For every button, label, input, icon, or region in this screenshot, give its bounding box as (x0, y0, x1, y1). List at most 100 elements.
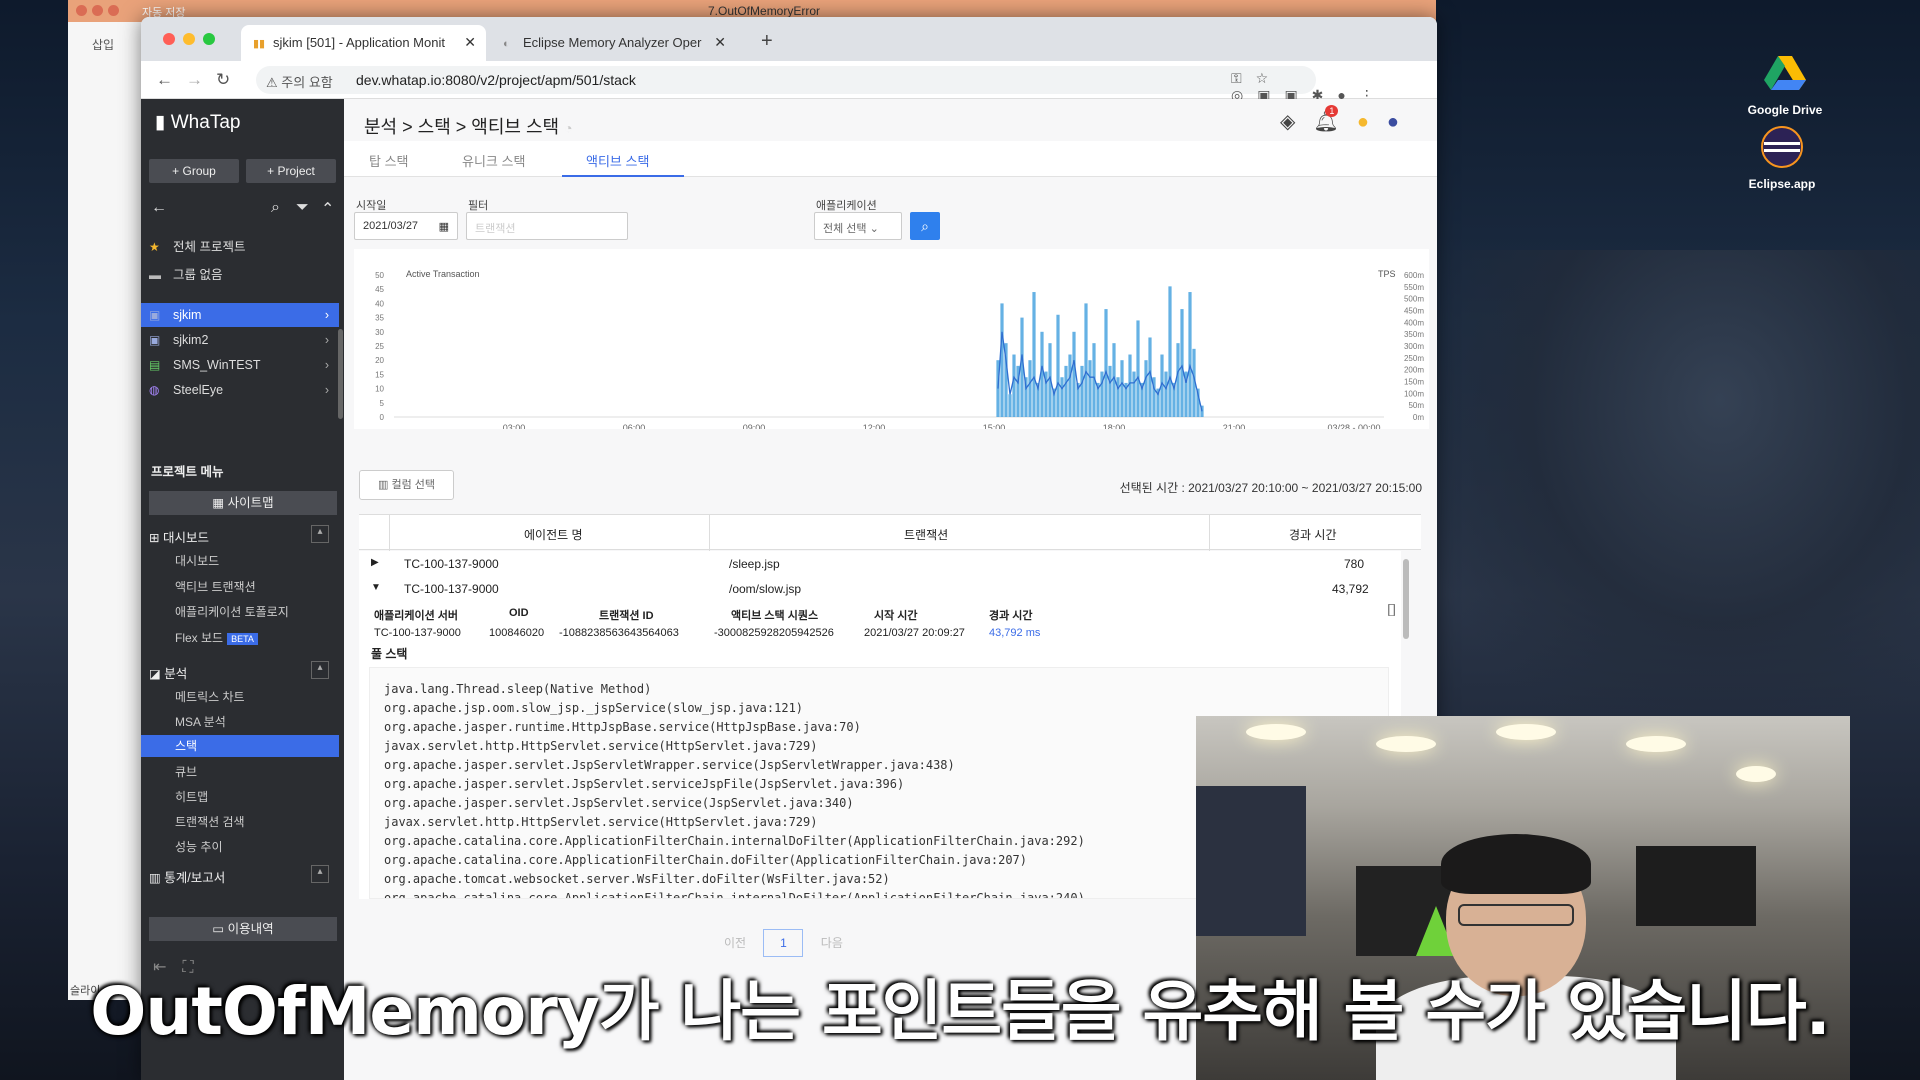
url-omnibox[interactable]: ⚠ 주의 요함 dev.whatap.io:8080/v2/project/ap… (256, 66, 1316, 94)
collapse-icon[interactable]: ▴ (311, 525, 329, 543)
filter-icon[interactable]: ⏷ (296, 199, 309, 217)
insert-menu[interactable]: 삽입 (92, 36, 114, 53)
collapse-icon[interactable]: ⌃ (321, 199, 334, 219)
start-date-input[interactable]: 2021/03/27 ▦ (354, 212, 458, 240)
sidebar-item-all-projects[interactable]: ★ 전체 프로젝트 (141, 235, 339, 259)
ceiling-light (1496, 724, 1556, 740)
menu-application-topology[interactable]: 애플리케이션 토폴로지 (175, 603, 289, 620)
columns-icon: ▥ (377, 479, 389, 491)
sidebar-item-sjkim2[interactable]: ▣ sjkim2 › (141, 328, 339, 352)
security-warning[interactable]: ⚠ 주의 요함 (266, 72, 333, 91)
ceiling-light (1736, 766, 1776, 782)
paint-bucket-icon[interactable]: ◈ (1280, 111, 1313, 133)
forward-arrow-icon[interactable]: → (186, 70, 203, 90)
active-transaction-chart[interactable]: Active Transaction TPS 50 45 40 35 30 25 20 15 10 5… (354, 249, 1429, 429)
app-icon: ▣ (149, 308, 161, 322)
sidebar-item-label: SteelEye (173, 383, 224, 397)
app-icon: ▣ (149, 333, 161, 347)
add-project-button[interactable]: + Project (246, 159, 336, 183)
agent-name: TC-100-137-9000 (404, 582, 499, 596)
menu-group-dashboard[interactable]: ⊞ 대시보드 ▴ (149, 525, 329, 546)
menu-flex-board[interactable]: Flex 보드 BETA (175, 629, 258, 646)
reload-icon[interactable]: ↻ (216, 70, 230, 90)
search-button[interactable]: ⌕ (910, 212, 940, 240)
desktop-icon-eclipse[interactable]: Eclipse.app (1727, 124, 1837, 191)
table-row[interactable]: ▼ TC-100-137-9000 /oom/slow.jsp 43,792 (359, 576, 1401, 601)
help-icon[interactable]: ● (1357, 111, 1387, 133)
tab-top-stack[interactable]: 탑 스택 (369, 151, 409, 170)
tab-unique-stack[interactable]: 유니크 스택 (462, 151, 525, 170)
avatar[interactable]: ● (1387, 111, 1417, 133)
close-window-button[interactable] (163, 33, 175, 45)
bell-icon[interactable]: 🔔︎ 1 (1313, 105, 1356, 133)
menu-cube[interactable]: 큐브 (175, 763, 197, 780)
expand-toggle-icon[interactable]: ▶ (371, 557, 379, 568)
sidebar-item-sms-wintest[interactable]: ▤ SMS_WinTEST › (141, 353, 339, 377)
y-right-tick-label: 300m (1404, 342, 1424, 351)
prev-page-button[interactable]: 이전 (724, 936, 746, 950)
collapse-icon[interactable]: ▴ (311, 661, 329, 679)
chart-bar (1108, 365, 1112, 417)
window-controls[interactable] (76, 5, 124, 19)
usage-history-button[interactable]: ▭ 이용내역 (149, 917, 337, 941)
chevron-right-icon: › (324, 333, 329, 347)
back-arrow-icon[interactable]: ← (156, 70, 173, 90)
browser-tab-whatap[interactable]: ▮▮ sjkim [501] - Application Monit ✕ (241, 25, 486, 61)
menu-group-analysis[interactable]: ◪ 분석 ▴ (149, 661, 329, 682)
close-tab-icon[interactable]: ✕ (464, 34, 476, 51)
chart-bar (1056, 314, 1060, 417)
sidebar-item-steeleye[interactable]: ◍ SteelEye › (141, 378, 339, 402)
menu-msa-analysis[interactable]: MSA 분석 (175, 713, 226, 730)
detail-elapsed-link[interactable]: 43,792 ms (989, 627, 1040, 639)
chart-bar (1116, 377, 1120, 417)
transaction-name[interactable]: /oom/slow.jsp (729, 582, 801, 596)
sitemap-label: 사이트맵 (227, 496, 274, 510)
menu-stack[interactable]: 스택 (141, 735, 339, 757)
browser-tab-eclipse[interactable]: ◐ Eclipse Memory Analyzer Oper ✕ (491, 25, 736, 61)
menu-active-transaction[interactable]: 액티브 트랜잭션 (175, 578, 256, 595)
menu-performance-trend[interactable]: 성능 추이 (175, 838, 223, 855)
current-page-button[interactable]: 1 (763, 929, 804, 957)
menu-dashboard[interactable]: 대시보드 (175, 552, 219, 569)
table-scrollbar[interactable] (1403, 559, 1409, 639)
x-tick-label: 18:00 (1103, 423, 1126, 429)
next-page-button[interactable]: 다음 (821, 936, 843, 950)
column-header-elapsed[interactable]: 경과 시간 (1289, 526, 1337, 543)
search-icon[interactable]: ⌕ (271, 199, 280, 217)
menu-metrics-chart[interactable]: 메트릭스 차트 (175, 688, 245, 705)
x-tick-label: 21:00 (1223, 423, 1246, 429)
sidebar-item-no-group[interactable]: ▬ 그룹 없음 (141, 263, 339, 287)
new-tab-button[interactable]: + (761, 30, 773, 53)
column-header-transaction[interactable]: 트랜잭션 (904, 526, 948, 543)
transaction-name[interactable]: /sleep.jsp (729, 557, 780, 571)
camera-icon[interactable]: ⌷ (1387, 601, 1397, 621)
desktop-icon-google-drive[interactable]: Google Drive (1730, 50, 1840, 117)
sidebar-scrollbar[interactable] (338, 329, 343, 419)
menu-group-reports[interactable]: ▥ 통계/보고서 ▴ (149, 865, 329, 886)
add-group-button[interactable]: + Group (149, 159, 239, 183)
collapse-toggle-icon[interactable]: ▼ (371, 582, 381, 593)
expand-icon[interactable]: ▴ (311, 865, 329, 883)
menu-transaction-search[interactable]: 트랜잭션 검색 (175, 813, 245, 830)
minimize-window-button[interactable] (183, 33, 195, 45)
sidebar-item-sjkim[interactable]: ▣ sjkim › (141, 303, 339, 327)
detail-header-active-stack-seq: 액티브 스택 시퀀스 (731, 610, 819, 622)
sitemap-button[interactable]: ▦ 사이트맵 (149, 491, 337, 515)
x-tick-label: 09:00 (743, 423, 766, 429)
whatap-logo[interactable]: ▮ WhaTap (155, 111, 240, 134)
back-arrow-icon[interactable]: ← (151, 199, 167, 217)
url-text[interactable]: dev.whatap.io:8080/v2/project/apm/501/st… (356, 72, 636, 88)
maximize-window-button[interactable] (203, 33, 215, 45)
agent-name: TC-100-137-9000 (404, 557, 499, 571)
column-header-agent[interactable]: 에이전트 명 (524, 526, 583, 543)
chart-bar (1128, 354, 1132, 417)
menu-heatmap[interactable]: 히트맵 (175, 788, 208, 805)
column-select-button[interactable]: ▥ 컬럼 선택 (359, 470, 454, 500)
tab-active-stack[interactable]: 액티브 스택 (586, 151, 649, 170)
table-row[interactable]: ▶ TC-100-137-9000 /sleep.jsp 780 (359, 551, 1401, 576)
transaction-filter-input[interactable]: 트랜잭션 (466, 212, 628, 240)
close-tab-icon[interactable]: ✕ (714, 34, 726, 51)
refresh-icon[interactable]: ◔ (564, 120, 572, 136)
application-select[interactable]: 전체 선택 ⌄ (814, 212, 902, 240)
y-tick-label: 15 (375, 370, 384, 379)
